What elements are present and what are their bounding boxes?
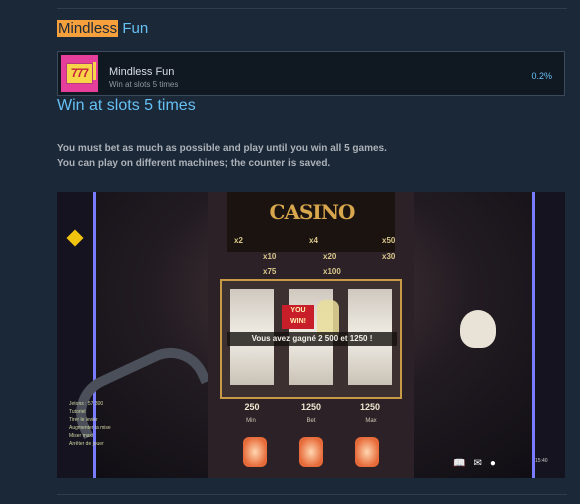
guide-description: You must bet as much as possible and pla… (57, 141, 387, 171)
search-highlight: Mindless (57, 20, 119, 37)
achievement-percent: 0.2% (531, 71, 552, 81)
achievement-name: Mindless Fun (109, 66, 175, 78)
guide-title: Win at slots 5 times (57, 97, 196, 114)
guide-line: You can play on different machines; the … (57, 158, 331, 169)
button-label: Max (365, 418, 377, 424)
skeleton-icon (317, 300, 339, 336)
reel-value: 1250 (300, 402, 322, 412)
heading-rest: Fun (118, 20, 149, 37)
achievement-card[interactable]: 777 Mindless Fun Win at slots 5 times 0.… (57, 51, 565, 96)
bet-button[interactable] (299, 437, 323, 467)
hud-line: Arrêter de jouer (69, 441, 104, 447)
paytable-entry: x10 (263, 252, 277, 261)
paytable-entry: x20 (323, 252, 337, 261)
achievement-description: Win at slots 5 times (109, 80, 179, 89)
paytable-entry: x50 (382, 236, 396, 245)
button-label: Bet (306, 418, 316, 424)
casino-sign: CASINO (269, 200, 356, 224)
game-screenshot[interactable]: CASINO x2 x4 x50 x10 x20 x30 x75 x100 YO… (57, 192, 565, 478)
button-label: Min (246, 418, 256, 424)
paytable-entry: x4 (309, 236, 318, 245)
icon-reel: 777 (66, 63, 93, 84)
hud-icons: 📖 ✉ ● (453, 458, 504, 469)
min-bet-button[interactable] (243, 437, 267, 467)
win-banner: Vous avez gagné 2 500 et 1250 ! (227, 332, 397, 346)
paytable-entry: x100 (323, 267, 341, 276)
reel-value: 250 (244, 402, 260, 412)
mail-icon: ✉ (473, 458, 482, 469)
hud-line: Tirer le levier (69, 417, 98, 423)
hud-line: Miser maxi (69, 433, 94, 439)
icon-lever (93, 62, 96, 80)
bottom-divider (57, 494, 567, 495)
hud-line: Augmenter la mise (69, 425, 111, 431)
paytable-entry: x30 (382, 252, 396, 261)
hud-time: 15:40 (535, 458, 548, 464)
you-win-badge: YOU WIN! (282, 305, 314, 329)
max-bet-button[interactable] (355, 437, 379, 467)
paytable-entry: x75 (263, 267, 277, 276)
section-heading: Mindless Fun (57, 19, 148, 39)
hud-line: Tutoriel (69, 409, 86, 415)
skull (460, 310, 496, 348)
hud-line: Jetons : 57 300 (69, 401, 104, 407)
controls-hud: Jetons : 57 300 Tutoriel Tirer le levier… (69, 400, 111, 448)
right-pillar (532, 192, 565, 478)
guide-line: You must bet as much as possible and pla… (57, 143, 387, 154)
slot-777-icon: 777 (61, 55, 98, 92)
gamepad-icon: ● (489, 458, 496, 469)
book-icon: 📖 (453, 458, 466, 469)
paytable-entry: x2 (234, 236, 243, 245)
reel-value: 1250 (359, 402, 381, 412)
top-divider (57, 8, 567, 9)
